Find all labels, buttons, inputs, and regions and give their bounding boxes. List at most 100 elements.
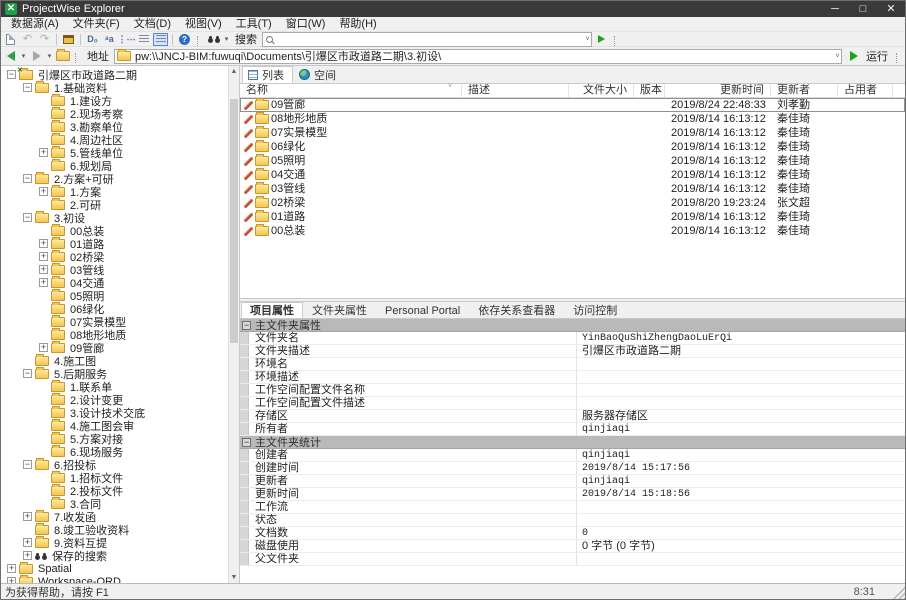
expand-icon[interactable]: + — [39, 252, 48, 261]
expand-icon[interactable]: + — [39, 265, 48, 274]
search-combobox[interactable]: ˅ — [262, 32, 592, 47]
expand-icon[interactable]: + — [23, 538, 32, 547]
properties-tab-2[interactable]: Personal Portal — [376, 302, 469, 318]
address-combobox[interactable]: pw:\\JNCJ-BIM:fuwuqi\Documents\引爆区市政道路二期… — [114, 49, 842, 64]
file-list-row[interactable]: 01道路2019/8/14 16:13:12秦佳琦 — [240, 210, 905, 224]
tree-item[interactable]: −5.后期服务 — [1, 367, 228, 380]
column-header-3[interactable]: 版本 — [634, 84, 665, 97]
menu-item-0[interactable]: 数据源(A) — [4, 17, 66, 32]
file-list-row[interactable]: 00总装2019/8/14 16:13:12秦佳琦 — [240, 224, 905, 238]
collapse-icon[interactable]: − — [23, 213, 32, 222]
menu-item-6[interactable]: 帮助(H) — [332, 17, 383, 32]
properties-tab-4[interactable]: 访问控制 — [564, 302, 626, 318]
resize-grip[interactable] — [893, 587, 905, 599]
properties-tab-1[interactable]: 文件夹属性 — [303, 302, 376, 318]
tree-item[interactable]: −1.基础资料 — [1, 81, 228, 94]
expand-icon[interactable]: + — [23, 512, 32, 521]
tree-item[interactable]: +03管线 — [1, 263, 228, 276]
tree-item[interactable]: +04交通 — [1, 276, 228, 289]
scroll-up-arrow-icon[interactable]: ▲ — [229, 66, 239, 77]
undo-button[interactable]: ↶ — [20, 33, 35, 46]
collapse-icon[interactable]: − — [23, 369, 32, 378]
collapse-icon[interactable]: − — [7, 70, 16, 79]
file-list-row[interactable]: 03管线2019/8/14 16:13:12秦佳琦 — [240, 182, 905, 196]
collapse-icon[interactable]: − — [23, 174, 32, 183]
maximize-button[interactable]: □ — [849, 1, 877, 17]
expand-icon[interactable]: + — [23, 551, 32, 560]
tree-item[interactable]: +02桥梁 — [1, 250, 228, 263]
file-list-row[interactable]: 02桥梁2019/8/20 19:23:24张文超 — [240, 196, 905, 210]
expand-icon[interactable]: + — [39, 239, 48, 248]
tree-item[interactable]: +09管廊 — [1, 341, 228, 354]
tree-item[interactable]: 8.竣工验收资料 — [1, 523, 228, 536]
forward-dropdown-caret[interactable]: ▾ — [46, 52, 53, 60]
run-button[interactable] — [846, 50, 861, 63]
file-list-row[interactable]: 06绿化2019/8/14 16:13:12秦佳琦 — [240, 140, 905, 154]
expand-icon[interactable]: + — [39, 278, 48, 287]
expand-icon[interactable]: + — [39, 187, 48, 196]
file-list-row[interactable]: 08地形地质2019/8/14 16:13:12秦佳琦 — [240, 112, 905, 126]
tree-item[interactable]: 05照明 — [1, 289, 228, 302]
collapse-icon[interactable]: − — [242, 321, 251, 330]
tree-scrollbar-thumb[interactable] — [230, 99, 238, 343]
tree-item[interactable]: 2.投标文件 — [1, 484, 228, 497]
expand-icon[interactable]: + — [39, 343, 48, 352]
tree-item[interactable]: +Workspace-ORD — [1, 575, 228, 583]
forward-button[interactable] — [29, 50, 44, 63]
scroll-down-arrow-icon[interactable]: ▼ — [229, 572, 239, 583]
search-go-button[interactable] — [594, 33, 609, 46]
datasource-button[interactable]: D₀ — [85, 33, 100, 46]
property-section-header[interactable]: −主文件夹属性 — [240, 319, 905, 332]
close-button[interactable]: ✕ — [877, 1, 905, 17]
search-combo-caret[interactable]: ˅ — [584, 36, 591, 43]
tree-item[interactable]: +9.资料互提 — [1, 536, 228, 549]
find-button[interactable] — [206, 33, 221, 46]
menu-item-3[interactable]: 视图(V) — [178, 17, 229, 32]
tree-item[interactable]: +01道路 — [1, 237, 228, 250]
export-button[interactable] — [61, 33, 76, 46]
menu-item-5[interactable]: 窗口(W) — [279, 17, 333, 32]
menu-item-1[interactable]: 文件夹(F) — [66, 17, 127, 32]
back-dropdown-caret[interactable]: ▾ — [20, 52, 27, 60]
search-input[interactable] — [276, 33, 584, 45]
tree-item[interactable]: 00总装 — [1, 224, 228, 237]
interface-button[interactable]: ⋮⋯ — [119, 33, 134, 46]
column-header-0[interactable]: 名称 — [240, 84, 462, 97]
list-view-button[interactable] — [153, 33, 168, 46]
tree-item[interactable]: −3.初设 — [1, 211, 228, 224]
tree-item[interactable]: 3.合同 — [1, 497, 228, 510]
properties-tab-0[interactable]: 项目属性 — [241, 302, 303, 318]
file-list-row[interactable]: 04交通2019/8/14 16:13:12秦佳琦 — [240, 168, 905, 182]
tree-item[interactable]: −2.方案+可研 — [1, 172, 228, 185]
collapse-icon[interactable]: − — [23, 83, 32, 92]
column-header-4[interactable]: 更新时间 — [665, 84, 771, 97]
view-tab-list[interactable]: 列表 — [242, 66, 293, 83]
file-list-row[interactable]: 05照明2019/8/14 16:13:12秦佳琦 — [240, 154, 905, 168]
tree-item[interactable]: −引爆区市政道路二期 — [1, 68, 228, 81]
tree-item[interactable]: 2.可研 — [1, 198, 228, 211]
tree-item[interactable]: 6.现场服务 — [1, 445, 228, 458]
file-list-row[interactable]: 09管廊2019/8/24 22:48:33刘孝勤 — [240, 98, 905, 112]
expand-icon[interactable]: + — [39, 148, 48, 157]
find-dropdown-caret[interactable]: ▾ — [223, 35, 230, 43]
redo-button[interactable]: ↷ — [37, 33, 52, 46]
new-document-button[interactable] — [3, 33, 18, 46]
tree-item[interactable]: +Spatial — [1, 562, 228, 575]
expand-icon[interactable]: + — [7, 564, 16, 573]
column-header-1[interactable]: 描述 — [462, 84, 569, 97]
collapse-icon[interactable]: − — [242, 438, 251, 447]
property-section-header[interactable]: −主文件夹统计 — [240, 436, 905, 449]
help-button[interactable]: ? — [177, 33, 192, 46]
file-list-row[interactable]: 07实景模型2019/8/14 16:13:12秦佳琦 — [240, 126, 905, 140]
properties-tab-3[interactable]: 依存关系查看器 — [469, 302, 564, 318]
tree-scrollbar[interactable]: ▲ ▼ — [228, 66, 239, 583]
menu-item-2[interactable]: 文档(D) — [127, 17, 178, 32]
column-header-2[interactable]: 文件大小 — [569, 84, 634, 97]
tree-item[interactable]: +保存的搜索 — [1, 549, 228, 562]
column-header-5[interactable]: 更新者 — [771, 84, 838, 97]
rename-button[interactable]: ᵃa — [102, 33, 117, 46]
up-folder-button[interactable] — [55, 50, 70, 63]
column-header-6[interactable]: 占用者 — [838, 84, 893, 97]
address-combo-caret[interactable]: ˅ — [834, 53, 841, 60]
tree-item[interactable]: 08地形地质 — [1, 328, 228, 341]
